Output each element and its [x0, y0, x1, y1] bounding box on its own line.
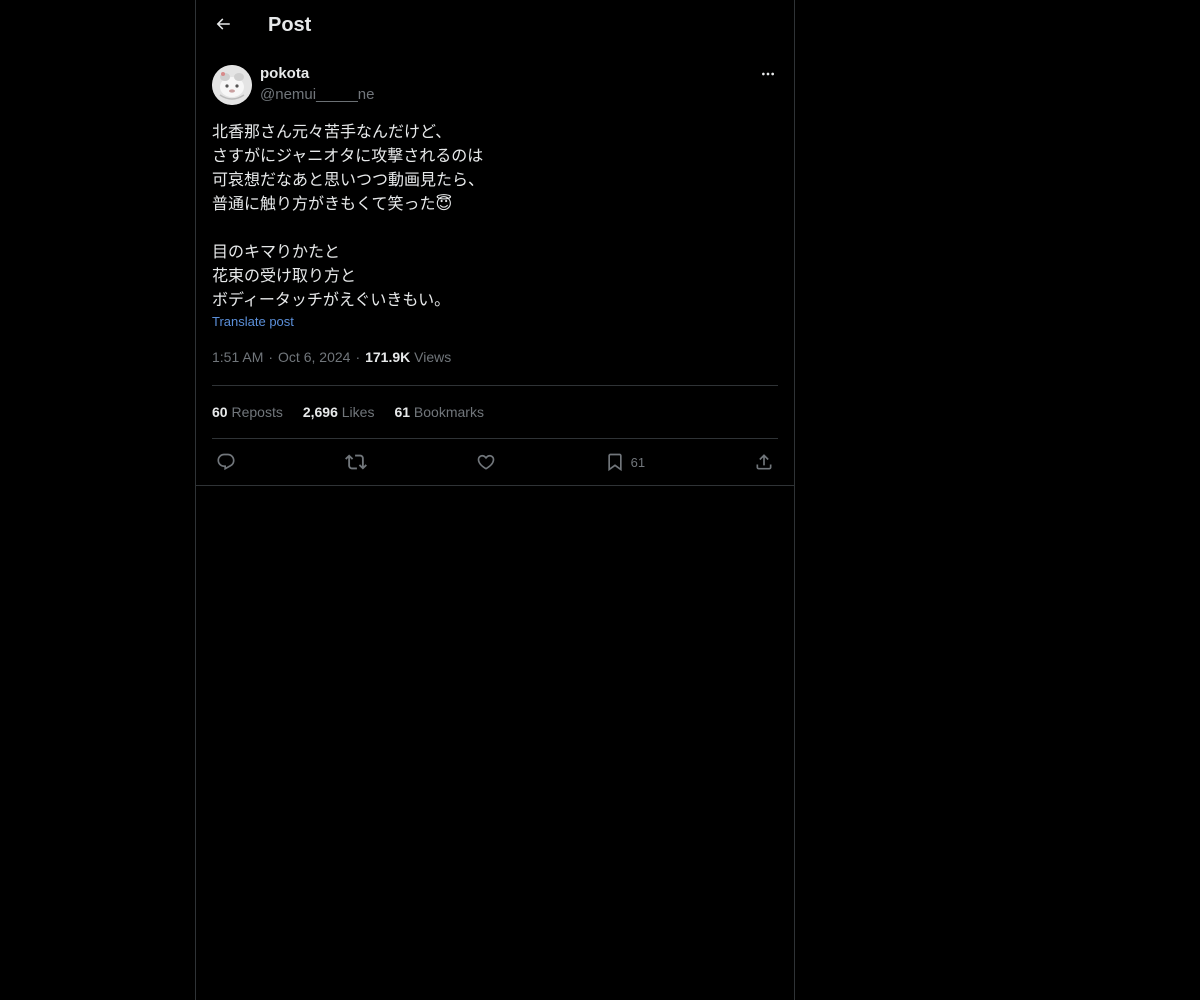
bookmark-icon [605, 452, 625, 472]
translate-post-link[interactable]: Translate post [212, 314, 294, 329]
share-button[interactable] [754, 452, 774, 472]
post-meta: 1:51 AM · Oct 6, 2024 · 171.9K Views [212, 349, 778, 369]
author-row: pokota @nemui_____ne [212, 64, 778, 120]
avatar[interactable] [212, 65, 252, 105]
page-title: Post [268, 14, 312, 36]
back-button[interactable] [206, 9, 240, 43]
likes-label: Likes [341, 404, 375, 420]
page-header: Post [196, 0, 794, 54]
bookmarks-label: Bookmarks [413, 404, 484, 420]
like-button[interactable] [476, 452, 496, 472]
action-bar: 61 [196, 439, 794, 486]
likes-stat[interactable]: 2,696 Likes [303, 404, 375, 420]
likes-count: 2,696 [302, 404, 338, 420]
reposts-count: 60 [212, 404, 228, 420]
bookmark-count: 61 [630, 454, 646, 470]
bookmarks-count: 61 [394, 404, 411, 420]
views-label: Views [414, 349, 452, 365]
reply-button[interactable] [216, 452, 236, 472]
reposts-label: Reposts [231, 404, 283, 420]
author-handle[interactable]: @nemui_____ne [260, 86, 374, 103]
views-count: 171.9K [365, 349, 411, 365]
arrow-left-icon [214, 15, 232, 38]
post-text: 北香那さん元々苦手なんだけど、 さすがにジャニオタに攻撃されるのは 可哀想だなあ… [212, 122, 485, 309]
bookmark-button[interactable]: 61 [605, 452, 645, 472]
meta-separator: · [355, 349, 361, 365]
main-column: Post pokota @nemui_____ne 北香那さん元々苦手なんだけど… [195, 0, 795, 1000]
repost-icon [344, 451, 367, 473]
more-dots-icon [760, 66, 776, 87]
more-options-button[interactable] [758, 66, 778, 86]
post: pokota @nemui_____ne 北香那さん元々苦手なんだけど、 さすが… [196, 64, 794, 486]
post-time[interactable]: 1:51 AM [212, 349, 263, 365]
heart-icon [476, 452, 496, 472]
bookmarks-stat[interactable]: 61 Bookmarks [394, 404, 484, 420]
meta-separator: · [268, 349, 274, 365]
post-date[interactable]: Oct 6, 2024 [278, 349, 350, 365]
reply-icon [216, 452, 236, 472]
engagement-stats: 60 Reposts 2,696 Likes 61 Bookmarks [212, 386, 778, 438]
repost-button[interactable] [344, 451, 367, 473]
author-name[interactable]: pokota [260, 65, 309, 82]
share-icon [754, 452, 774, 472]
reposts-stat[interactable]: 60 Reposts [212, 404, 283, 420]
